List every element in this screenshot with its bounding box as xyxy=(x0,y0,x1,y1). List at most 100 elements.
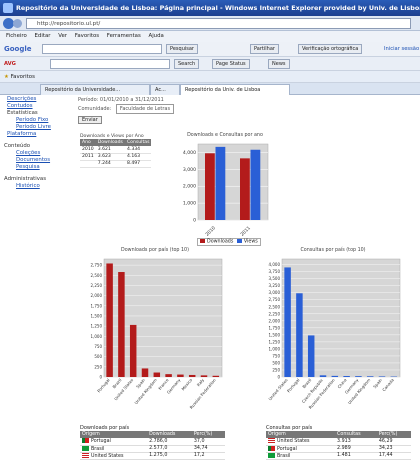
menu-tools[interactable]: Ferramentas xyxy=(107,33,141,39)
legend-views: Views xyxy=(243,239,258,245)
address-bar: http://repositorio.ul.pt/ xyxy=(0,16,420,31)
y-tick-label: 1,250 xyxy=(91,324,103,329)
country-name: Portugal xyxy=(277,446,297,452)
sidebar-item-colecoes[interactable]: Coleções xyxy=(4,150,74,157)
y-tick-label: 2,250 xyxy=(91,283,103,288)
menu-edit[interactable]: Editar xyxy=(35,33,51,39)
table-cell: 2.577,0 xyxy=(147,445,192,453)
share-button[interactable]: Partilhar xyxy=(250,44,279,54)
y-tick-label: 1,000 xyxy=(91,334,103,339)
table-row: United States 1.275,0 17,2 xyxy=(80,452,225,460)
google-search-button[interactable]: Pesquisar xyxy=(166,44,198,54)
sidebar-section-admin: Administrativas xyxy=(4,176,47,182)
bar xyxy=(331,375,339,377)
x-tick-label: Italy xyxy=(196,377,206,387)
ie-icon xyxy=(3,3,13,13)
tab-active[interactable]: Repositório da Univ. de Lisboa xyxy=(180,84,290,95)
y-tick-label: 1,750 xyxy=(91,303,103,308)
page-status-button[interactable]: Page Status xyxy=(212,59,250,69)
bar xyxy=(319,375,327,377)
table-cell: 2.989 xyxy=(335,445,377,453)
y-tick-label: 2,000 xyxy=(269,318,281,323)
yearly-chart-block: Downloads e Consultas por ano xyxy=(170,133,280,138)
y-tick-label: 3,250 xyxy=(269,283,281,288)
bar xyxy=(177,374,184,377)
signin-link[interactable]: Iniciar sessão xyxy=(384,44,419,54)
y-tick-label: 0 xyxy=(99,375,102,380)
menu-help[interactable]: Ajuda xyxy=(149,33,164,39)
table-cell: 46,29 xyxy=(376,438,411,446)
y-tick-label: 250 xyxy=(272,367,280,372)
country-name: Brasil xyxy=(91,446,105,452)
table-cell: 2.786,0 xyxy=(147,438,192,446)
sidebar: Descrições Contudos Estatísticas Período… xyxy=(4,96,74,190)
star-icon[interactable]: ★ xyxy=(4,74,9,80)
x-tick-label: 2010 xyxy=(204,225,217,238)
forward-icon[interactable] xyxy=(13,19,22,28)
sidebar-item-estatisticas[interactable]: Estatísticas xyxy=(4,110,74,117)
flag-icon xyxy=(268,445,275,451)
sidebar-item-plataforma[interactable]: Plataforma xyxy=(4,131,74,138)
spellcheck-button[interactable]: Verificação ortográfica xyxy=(298,44,363,54)
url-input[interactable]: http://repositorio.ul.pt/ xyxy=(26,18,411,29)
community-select[interactable]: Faculdade de Letras xyxy=(115,104,175,114)
y-tick-label: 2,250 xyxy=(269,311,281,316)
window-title: Repositório da Universidade de Lisboa: P… xyxy=(16,4,420,12)
table-header: Downloads xyxy=(147,431,192,438)
y-tick-label: 0 xyxy=(193,218,196,224)
legend-downloads: Downloads xyxy=(207,239,234,245)
bar xyxy=(165,374,172,377)
menu-view[interactable]: Ver xyxy=(58,33,67,39)
table-cell: 2011 xyxy=(80,153,96,161)
table-header: Perc(%) xyxy=(191,431,225,438)
legend-swatch-views xyxy=(236,239,242,243)
country-name: United States xyxy=(277,439,310,445)
sidebar-item-descricoes[interactable]: Descrições xyxy=(4,96,74,103)
tab-1[interactable]: Repositório da Universidade... xyxy=(40,84,150,95)
avg-search-input[interactable] xyxy=(50,59,170,69)
table-cell: 3.623 xyxy=(95,153,125,161)
country-name: United States xyxy=(91,453,124,459)
y-tick-label: 4,000 xyxy=(183,150,196,156)
favorites-bar: ★ Favoritos xyxy=(0,71,420,83)
menu-favorites[interactable]: Favoritos xyxy=(75,33,99,39)
y-tick-label: 2,000 xyxy=(91,293,103,298)
y-tick-label: 1,250 xyxy=(269,339,281,344)
bar xyxy=(200,375,208,377)
table-cell xyxy=(80,160,96,168)
submit-button[interactable]: Enviar xyxy=(78,116,102,124)
sidebar-item-pesquisa[interactable]: Pesquisa xyxy=(4,164,74,171)
table-cell: 1.275,0 xyxy=(147,452,192,460)
news-button[interactable]: News xyxy=(268,59,290,69)
sidebar-item-contudos[interactable]: Contudos xyxy=(4,103,74,110)
y-tick-label: 750 xyxy=(272,353,280,358)
y-tick-label: 3,750 xyxy=(269,269,281,274)
y-tick-label: 1,000 xyxy=(183,201,196,207)
tab-2[interactable]: Ac... xyxy=(150,84,180,95)
bar xyxy=(240,158,250,220)
y-tick-label: 1,000 xyxy=(269,346,281,351)
sidebar-item-periodo-livre[interactable]: Período Livre xyxy=(4,124,74,131)
sidebar-section-conteudo: Conteúdo xyxy=(4,143,31,149)
x-tick-label: Canada xyxy=(381,377,395,392)
favorites-label[interactable]: Favoritos xyxy=(11,74,35,80)
y-tick-label: 500 xyxy=(272,360,280,365)
views-country-table: Origem Consultas Perc(%) United States 3… xyxy=(266,431,411,460)
menu-file[interactable]: Ficheiro xyxy=(6,33,27,39)
summary-block: Downloads e Views por Ano Ano Downloads … xyxy=(80,134,152,168)
sidebar-item-documentos[interactable]: Documentos xyxy=(4,157,74,164)
y-tick-label: 250 xyxy=(94,364,102,369)
summary-header: Downloads xyxy=(95,139,125,146)
menu-bar: Ficheiro Editar Ver Favoritos Ferramenta… xyxy=(0,31,420,42)
yearly-chart: 0 1,000 2,000 3,000 4,000 2010 2011 xyxy=(183,143,269,238)
downloads-country-chart: 0 250 500 750 1,000 1,250 1,500 1,750 2,000 2,250… xyxy=(91,258,223,410)
google-logo: Google xyxy=(4,45,32,53)
summary-header: Ano xyxy=(80,139,96,146)
google-search-input[interactable] xyxy=(42,44,162,54)
avg-search-button[interactable]: Search xyxy=(174,59,200,69)
sidebar-item-historico[interactable]: Histórico xyxy=(4,183,74,190)
views-country-chart: 0 250 500 750 1,000 1,250 1,500 1,750 2,000 2,250… xyxy=(267,258,401,410)
bar xyxy=(153,372,161,377)
sidebar-item-periodo-fixo[interactable]: Período Fixo xyxy=(4,117,74,124)
table-cell: 17,44 xyxy=(376,452,411,460)
